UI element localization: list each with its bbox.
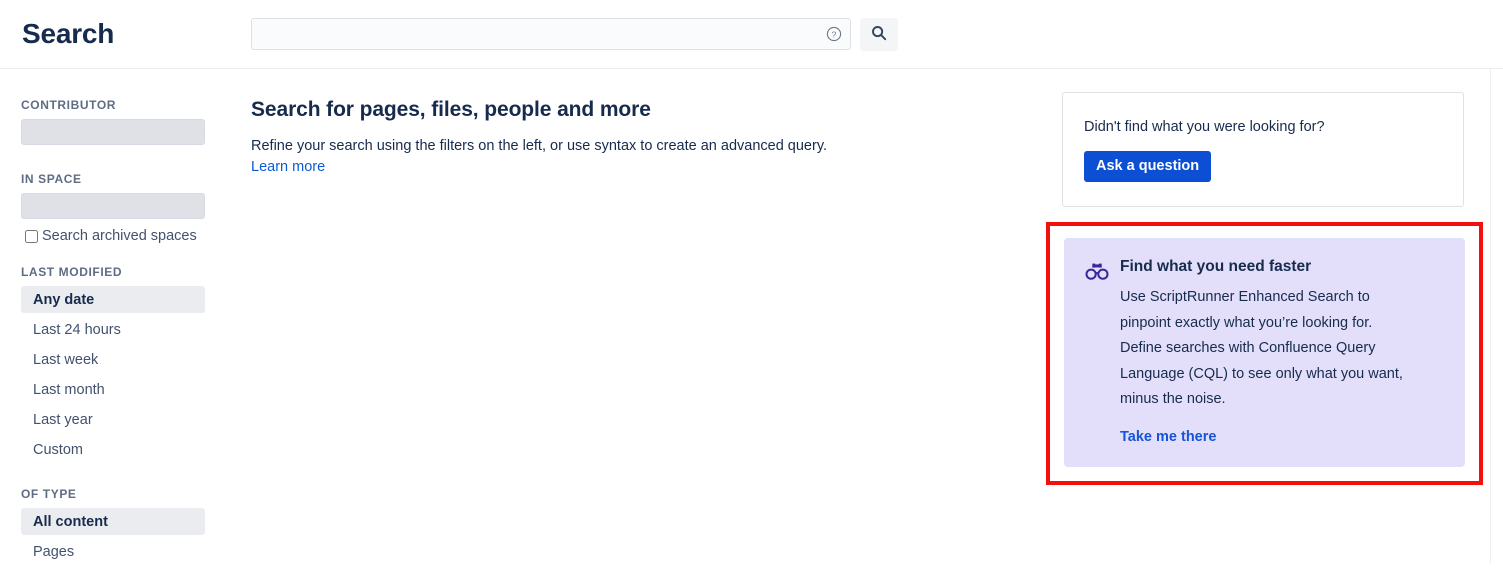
- option-label: Last month: [33, 381, 105, 398]
- search-submit-button[interactable]: [860, 18, 898, 51]
- last-modified-options: Any date Last 24 hours Last week Last mo…: [0, 286, 230, 463]
- search-input[interactable]: [251, 18, 851, 50]
- filter-label-contributor: CONTRIBUTOR: [21, 98, 117, 112]
- sidebar-item-all-content[interactable]: All content: [21, 508, 205, 535]
- ask-a-question-button[interactable]: Ask a question: [1084, 151, 1212, 182]
- scriptrunner-promo-card: Find what you need faster Use ScriptRunn…: [1064, 238, 1465, 467]
- sidebar-item-pages[interactable]: Pages: [21, 538, 205, 565]
- search-filters-sidebar: CONTRIBUTOR IN SPACE Search archived spa…: [0, 69, 230, 568]
- option-label: Custom: [33, 441, 83, 458]
- take-me-there-link[interactable]: Take me there: [1120, 429, 1216, 445]
- sidebar-item-any-date[interactable]: Any date: [21, 286, 205, 313]
- app-header: Search ?: [0, 0, 1503, 69]
- option-label: Any date: [33, 291, 95, 308]
- page-title: Search: [22, 18, 115, 49]
- promo-highlight-outline: Find what you need faster Use ScriptRunn…: [1046, 222, 1483, 485]
- option-label: All content: [33, 513, 108, 530]
- sidebar-item-last-week[interactable]: Last week: [21, 346, 205, 373]
- ask-question-card: Didn't find what you were looking for? A…: [1062, 92, 1464, 207]
- option-label: Last 24 hours: [33, 321, 121, 338]
- question-circle-icon[interactable]: ?: [826, 26, 842, 42]
- binoculars-icon: [1084, 261, 1110, 283]
- of-type-options: All content Pages: [0, 508, 230, 565]
- filter-group-of-type: OF TYPE All content Pages: [0, 487, 230, 565]
- search-icon: [871, 25, 887, 44]
- sidebar-item-custom[interactable]: Custom: [21, 436, 205, 463]
- sidebar-item-last-year[interactable]: Last year: [21, 406, 205, 433]
- filter-label-last-modified: LAST MODIFIED: [21, 265, 123, 279]
- option-label: Last year: [33, 411, 93, 428]
- search-archived-spaces-checkbox-row[interactable]: Search archived spaces: [25, 228, 230, 244]
- search-archived-spaces-checkbox[interactable]: [25, 229, 38, 243]
- sidebar-item-last-month[interactable]: Last month: [21, 376, 205, 403]
- filter-group-last-modified: LAST MODIFIED Any date Last 24 hours Las…: [0, 265, 230, 463]
- ask-question-prompt: Didn't find what you were looking for?: [1084, 119, 1325, 135]
- svg-text:?: ?: [832, 29, 837, 39]
- main-content: Search for pages, files, people and more…: [251, 69, 1041, 177]
- filter-label-in-space: IN SPACE: [21, 172, 82, 186]
- learn-more-link[interactable]: Learn more: [251, 157, 325, 177]
- option-label: Last week: [33, 351, 99, 368]
- main-heading: Search for pages, files, people and more: [251, 98, 651, 121]
- sidebar-item-last-24-hours[interactable]: Last 24 hours: [21, 316, 205, 343]
- filter-group-in-space: IN SPACE Search archived spaces: [0, 172, 230, 244]
- promo-body: Find what you need faster Use ScriptRunn…: [1120, 256, 1445, 447]
- search-field-wrapper: ?: [251, 18, 851, 50]
- search-archived-spaces-label: Search archived spaces: [42, 228, 197, 244]
- promo-description: Use ScriptRunner Enhanced Search to pinp…: [1120, 289, 1403, 407]
- right-rail: Didn't find what you were looking for? A…: [1046, 92, 1483, 485]
- filter-label-of-type: OF TYPE: [21, 487, 77, 501]
- in-space-input[interactable]: [21, 193, 205, 219]
- contributor-input[interactable]: [21, 119, 205, 145]
- option-label: Pages: [33, 543, 75, 560]
- page-right-divider: [1490, 69, 1491, 563]
- main-description: Refine your search using the filters on …: [251, 138, 828, 154]
- promo-title: Find what you need faster: [1120, 258, 1312, 275]
- filter-group-contributor: CONTRIBUTOR: [0, 98, 230, 145]
